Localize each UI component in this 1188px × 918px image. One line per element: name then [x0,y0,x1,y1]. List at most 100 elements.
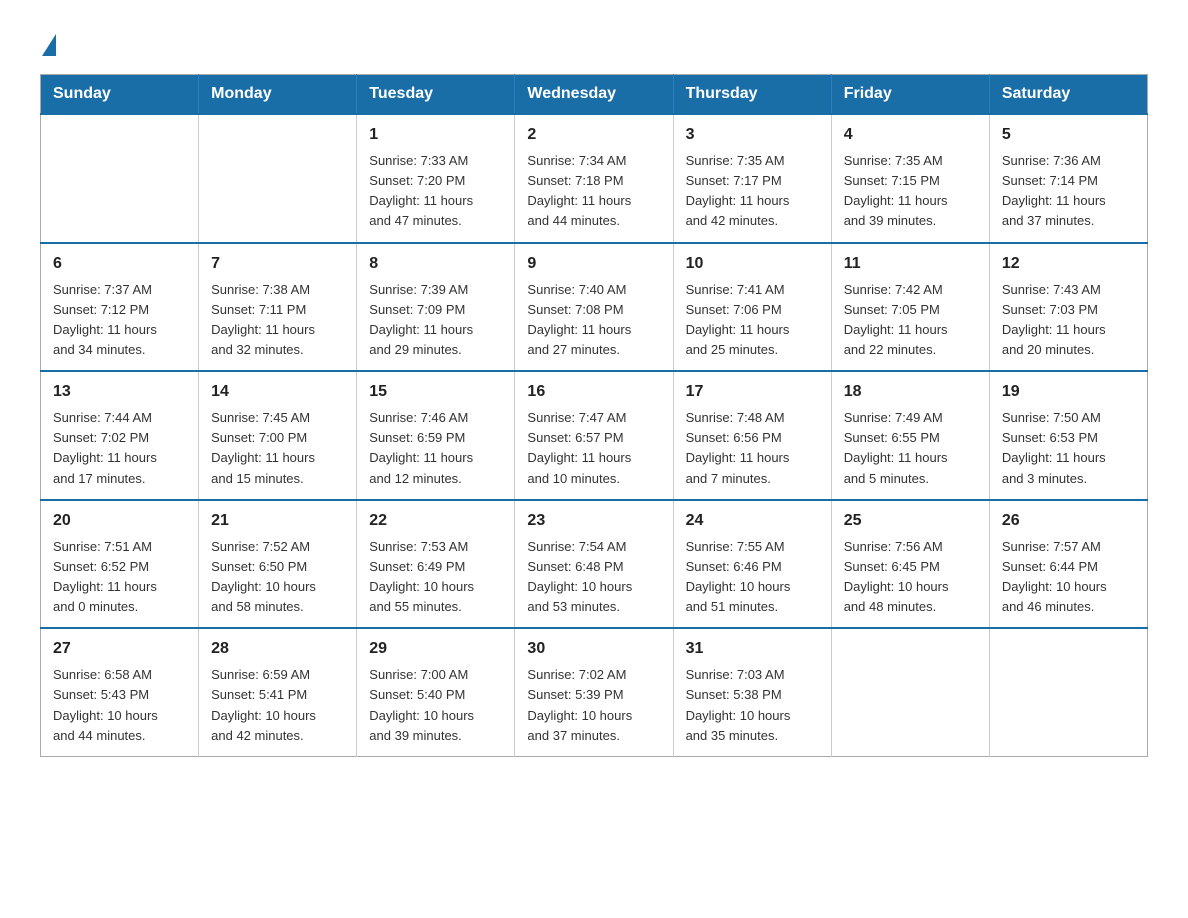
day-info: Sunrise: 7:41 AM Sunset: 7:06 PM Dayligh… [686,280,819,361]
calendar-cell: 31 Sunrise: 7:03 AM Sunset: 5:38 PM Dayli… [673,628,831,756]
day-number: 31 [686,637,819,661]
calendar-week-row: 13Sunrise: 7:44 AM Sunset: 7:02 PM Dayli… [41,371,1148,500]
day-info: Sunrise: 7:46 AM Sunset: 6:59 PM Dayligh… [369,408,502,489]
day-number: 1 [369,123,502,147]
day-info: Sunrise: 7:54 AM Sunset: 6:48 PM Dayligh… [527,537,660,618]
day-info: Sunrise: 7:03 AM Sunset: 5:38 PM Dayligh… [686,665,819,746]
day-info: Sunrise: 7:57 AM Sunset: 6:44 PM Dayligh… [1002,537,1135,618]
day-info: Sunrise: 7:33 AM Sunset: 7:20 PM Dayligh… [369,151,502,232]
day-number: 19 [1002,380,1135,404]
day-number: 13 [53,380,186,404]
calendar-cell: 6 Sunrise: 7:37 AM Sunset: 7:12 PM Daylig… [41,243,199,372]
calendar-cell: 14 Sunrise: 7:45 AM Sunset: 7:00 PM Dayli… [199,371,357,500]
day-info: Sunrise: 6:58 AM Sunset: 5:43 PM Dayligh… [53,665,186,746]
day-number: 27 [53,637,186,661]
calendar-week-row: 1 Sunrise: 7:33 AM Sunset: 7:20 PM Daylig… [41,114,1148,243]
calendar-table: SundayMondayTuesdayWednesdayThursdayFrid… [40,74,1148,757]
day-info: Sunrise: 7:47 AM Sunset: 6:57 PM Dayligh… [527,408,660,489]
day-number: 29 [369,637,502,661]
day-info: Sunrise: 7:35 AM Sunset: 7:15 PM Dayligh… [844,151,977,232]
calendar-cell [199,114,357,243]
calendar-cell [831,628,989,756]
day-info: Sunrise: 7:43 AM Sunset: 7:03 PM Dayligh… [1002,280,1135,361]
day-number: 6 [53,252,186,276]
calendar-cell: 11 Sunrise: 7:42 AM Sunset: 7:05 PM Dayli… [831,243,989,372]
calendar-week-row: 20Sunrise: 7:51 AM Sunset: 6:52 PM Dayli… [41,500,1148,629]
logo-triangle-icon [42,34,56,56]
calendar-cell: 17Sunrise: 7:48 AM Sunset: 6:56 PM Dayli… [673,371,831,500]
day-info: Sunrise: 7:51 AM Sunset: 6:52 PM Dayligh… [53,537,186,618]
day-info: Sunrise: 7:40 AM Sunset: 7:08 PM Dayligh… [527,280,660,361]
day-info: Sunrise: 7:53 AM Sunset: 6:49 PM Dayligh… [369,537,502,618]
day-info: Sunrise: 6:59 AM Sunset: 5:41 PM Dayligh… [211,665,344,746]
calendar-header-saturday: Saturday [989,75,1147,115]
day-number: 5 [1002,123,1135,147]
day-info: Sunrise: 7:38 AM Sunset: 7:11 PM Dayligh… [211,280,344,361]
calendar-cell: 1 Sunrise: 7:33 AM Sunset: 7:20 PM Daylig… [357,114,515,243]
day-number: 30 [527,637,660,661]
calendar-cell: 24Sunrise: 7:55 AM Sunset: 6:46 PM Dayli… [673,500,831,629]
calendar-cell: 18 Sunrise: 7:49 AM Sunset: 6:55 PM Dayli… [831,371,989,500]
calendar-cell: 7 Sunrise: 7:38 AM Sunset: 7:11 PM Daylig… [199,243,357,372]
day-number: 11 [844,252,977,276]
day-info: Sunrise: 7:02 AM Sunset: 5:39 PM Dayligh… [527,665,660,746]
calendar-header-row: SundayMondayTuesdayWednesdayThursdayFrid… [41,75,1148,115]
day-number: 17 [686,380,819,404]
calendar-week-row: 27 Sunrise: 6:58 AM Sunset: 5:43 PM Dayli… [41,628,1148,756]
calendar-cell: 9 Sunrise: 7:40 AM Sunset: 7:08 PM Daylig… [515,243,673,372]
calendar-cell: 5 Sunrise: 7:36 AM Sunset: 7:14 PM Daylig… [989,114,1147,243]
day-number: 4 [844,123,977,147]
day-number: 22 [369,509,502,533]
day-info: Sunrise: 7:37 AM Sunset: 7:12 PM Dayligh… [53,280,186,361]
day-info: Sunrise: 7:56 AM Sunset: 6:45 PM Dayligh… [844,537,977,618]
day-number: 25 [844,509,977,533]
calendar-cell: 15 Sunrise: 7:46 AM Sunset: 6:59 PM Dayli… [357,371,515,500]
calendar-cell: 23Sunrise: 7:54 AM Sunset: 6:48 PM Dayli… [515,500,673,629]
day-number: 21 [211,509,344,533]
calendar-cell: 28 Sunrise: 6:59 AM Sunset: 5:41 PM Dayli… [199,628,357,756]
calendar-cell [41,114,199,243]
calendar-cell: 16 Sunrise: 7:47 AM Sunset: 6:57 PM Dayli… [515,371,673,500]
day-info: Sunrise: 7:35 AM Sunset: 7:17 PM Dayligh… [686,151,819,232]
day-info: Sunrise: 7:50 AM Sunset: 6:53 PM Dayligh… [1002,408,1135,489]
day-number: 15 [369,380,502,404]
calendar-cell: 4 Sunrise: 7:35 AM Sunset: 7:15 PM Daylig… [831,114,989,243]
calendar-header-wednesday: Wednesday [515,75,673,115]
day-info: Sunrise: 7:00 AM Sunset: 5:40 PM Dayligh… [369,665,502,746]
day-number: 7 [211,252,344,276]
day-info: Sunrise: 7:55 AM Sunset: 6:46 PM Dayligh… [686,537,819,618]
day-info: Sunrise: 7:39 AM Sunset: 7:09 PM Dayligh… [369,280,502,361]
day-info: Sunrise: 7:45 AM Sunset: 7:00 PM Dayligh… [211,408,344,489]
day-number: 12 [1002,252,1135,276]
calendar-week-row: 6 Sunrise: 7:37 AM Sunset: 7:12 PM Daylig… [41,243,1148,372]
day-number: 8 [369,252,502,276]
calendar-cell: 27 Sunrise: 6:58 AM Sunset: 5:43 PM Dayli… [41,628,199,756]
calendar-cell: 29 Sunrise: 7:00 AM Sunset: 5:40 PM Dayli… [357,628,515,756]
day-number: 2 [527,123,660,147]
calendar-cell: 30 Sunrise: 7:02 AM Sunset: 5:39 PM Dayli… [515,628,673,756]
day-info: Sunrise: 7:42 AM Sunset: 7:05 PM Dayligh… [844,280,977,361]
day-number: 9 [527,252,660,276]
day-info: Sunrise: 7:49 AM Sunset: 6:55 PM Dayligh… [844,408,977,489]
day-number: 14 [211,380,344,404]
calendar-cell: 22 Sunrise: 7:53 AM Sunset: 6:49 PM Dayli… [357,500,515,629]
logo [40,30,56,54]
calendar-cell: 19 Sunrise: 7:50 AM Sunset: 6:53 PM Dayli… [989,371,1147,500]
day-number: 16 [527,380,660,404]
day-info: Sunrise: 7:36 AM Sunset: 7:14 PM Dayligh… [1002,151,1135,232]
calendar-cell: 21 Sunrise: 7:52 AM Sunset: 6:50 PM Dayli… [199,500,357,629]
calendar-cell: 13Sunrise: 7:44 AM Sunset: 7:02 PM Dayli… [41,371,199,500]
calendar-header-sunday: Sunday [41,75,199,115]
day-info: Sunrise: 7:52 AM Sunset: 6:50 PM Dayligh… [211,537,344,618]
calendar-cell: 25 Sunrise: 7:56 AM Sunset: 6:45 PM Dayli… [831,500,989,629]
day-number: 10 [686,252,819,276]
page-header [40,30,1148,54]
day-info: Sunrise: 7:34 AM Sunset: 7:18 PM Dayligh… [527,151,660,232]
calendar-cell: 20Sunrise: 7:51 AM Sunset: 6:52 PM Dayli… [41,500,199,629]
calendar-cell: 2 Sunrise: 7:34 AM Sunset: 7:18 PM Daylig… [515,114,673,243]
day-number: 28 [211,637,344,661]
day-number: 18 [844,380,977,404]
calendar-header-tuesday: Tuesday [357,75,515,115]
calendar-cell [989,628,1147,756]
calendar-cell: 26Sunrise: 7:57 AM Sunset: 6:44 PM Dayli… [989,500,1147,629]
